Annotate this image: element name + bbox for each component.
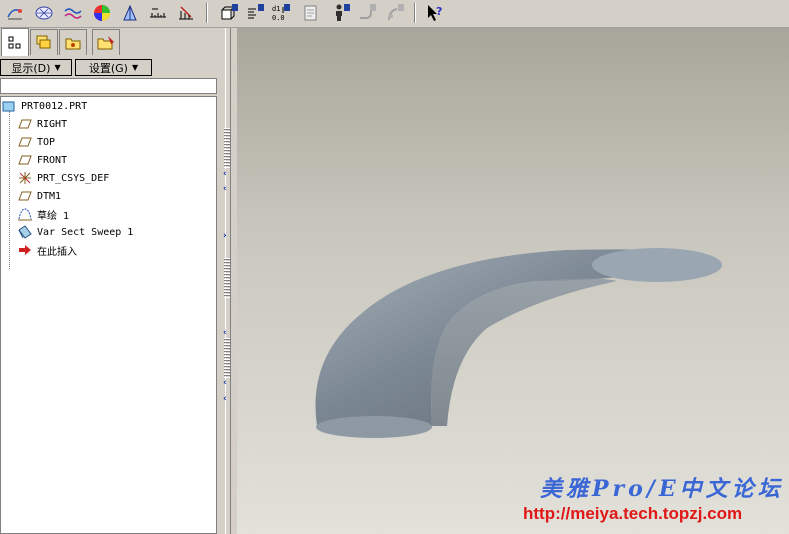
datum-plane-icon <box>17 188 33 204</box>
layers-icon <box>36 35 51 48</box>
panel-tabs <box>0 28 219 56</box>
tab-folder[interactable] <box>59 29 87 55</box>
sketch-icon <box>17 206 33 222</box>
tree-item[interactable]: RIGHT <box>17 115 67 133</box>
display-menu-button[interactable]: 显示(D) ▼ <box>0 59 72 76</box>
tree-item-label: RIGHT <box>37 118 68 130</box>
swept-surface-model <box>315 248 722 438</box>
watermark-title: 美雅Pro/E中文论坛 <box>540 476 784 502</box>
datum-plane-icon <box>17 152 33 168</box>
collapse-left-icon[interactable]: ‹ <box>223 169 227 179</box>
tree-item-label: Var Sect Sweep 1 <box>37 226 134 238</box>
tree-insert-here[interactable]: 在此插入 <box>17 241 77 259</box>
view-3-icon[interactable]: d1 0.0 <box>270 2 292 24</box>
tree-item-label: FRONT <box>37 154 68 166</box>
collapse-left-icon[interactable]: ‹ <box>223 328 227 338</box>
view-1-icon[interactable] <box>218 2 240 24</box>
splitter-grip[interactable] <box>224 258 230 298</box>
model-tree-panel: 显示(D) ▼ 设置(G) ▼ PRT0012.PRT RIGHT TOP FR… <box>0 28 219 534</box>
tree-connector <box>9 111 10 269</box>
tab-layers[interactable] <box>30 29 58 55</box>
tree-item-label: PRT0012.PRT <box>21 100 88 112</box>
chevron-down-icon: ▼ <box>131 63 139 72</box>
panel-splitter[interactable]: ‹ ‹ › ‹ ‹ ‹ <box>220 28 236 534</box>
analysis-icon[interactable] <box>175 2 197 24</box>
insert-arrow-icon <box>17 242 33 258</box>
datum-plane-icon <box>17 116 33 132</box>
collapse-left-icon[interactable]: ‹ <box>223 184 227 194</box>
splitter-grip[interactable] <box>224 128 230 168</box>
expand-right-icon[interactable]: › <box>223 231 227 241</box>
tree-root[interactable]: PRT0012.PRT <box>1 97 87 115</box>
chevron-down-icon: ▼ <box>54 63 61 72</box>
curvature-icon[interactable] <box>33 2 55 24</box>
3d-viewport[interactable]: 美雅Pro/E中文论坛 http://meiya.tech.topzj.com <box>237 28 789 534</box>
sketch-tool-icon[interactable] <box>4 2 26 24</box>
part-icon <box>1 98 17 114</box>
color-sphere-icon[interactable] <box>91 2 113 24</box>
curve-wave-icon[interactable] <box>62 2 84 24</box>
collapse-left-icon[interactable]: ‹ <box>223 394 227 404</box>
tree-filter-strip[interactable] <box>0 78 217 94</box>
datum-plane-icon <box>17 134 33 150</box>
measure-icon[interactable] <box>147 2 169 24</box>
view-4-icon[interactable] <box>300 2 322 24</box>
tab-favorites[interactable] <box>92 29 120 55</box>
display-menu-label: 显示(D) <box>11 61 51 75</box>
view-6-icon[interactable] <box>356 2 378 24</box>
view-7-icon[interactable] <box>384 2 406 24</box>
favorites-icon <box>97 35 114 49</box>
svg-text:d1: d1 <box>272 5 280 13</box>
tree-item-label: PRT_CSYS_DEF <box>37 172 110 184</box>
model-tree-icon <box>8 36 21 48</box>
folder-icon <box>65 38 81 49</box>
svg-text:?: ? <box>436 5 442 18</box>
tree-item[interactable]: FRONT <box>17 151 67 169</box>
settings-menu-label: 设置(G) <box>88 61 128 75</box>
watermark-url: http://meiya.tech.topzj.com <box>523 504 743 523</box>
tree-item[interactable]: 草绘 1 <box>17 205 69 223</box>
section-icon[interactable] <box>119 2 141 24</box>
settings-menu-button[interactable]: 设置(G) ▼ <box>75 59 152 76</box>
sweep-icon <box>17 224 33 240</box>
tree-item-label: DTM1 <box>37 190 62 202</box>
model-tree: PRT0012.PRT RIGHT TOP FRONT PRT_CSYS_DEF… <box>0 96 217 534</box>
splitter-grip[interactable] <box>224 338 230 378</box>
tree-item[interactable]: PRT_CSYS_DEF <box>17 169 109 187</box>
tree-item-label: TOP <box>37 136 56 148</box>
csys-icon <box>17 170 33 186</box>
tree-item-label: 在此插入 <box>37 246 77 258</box>
tree-item[interactable]: Var Sect Sweep 1 <box>17 223 133 241</box>
tree-item[interactable]: TOP <box>17 133 55 151</box>
view-2-icon[interactable] <box>244 2 266 24</box>
main-toolbar: d1 0.0 ? <box>0 0 789 28</box>
help-cursor-icon[interactable]: ? <box>424 2 446 24</box>
tree-menu-row: 显示(D) ▼ 设置(G) ▼ <box>0 58 219 78</box>
collapse-left-icon[interactable]: ‹ <box>223 378 227 388</box>
tab-model-tree[interactable] <box>1 28 29 56</box>
tree-item-label: 草绘 1 <box>37 210 70 222</box>
svg-text:0.0: 0.0 <box>272 14 285 22</box>
tree-item[interactable]: DTM1 <box>17 187 61 205</box>
view-5-icon[interactable] <box>330 2 352 24</box>
